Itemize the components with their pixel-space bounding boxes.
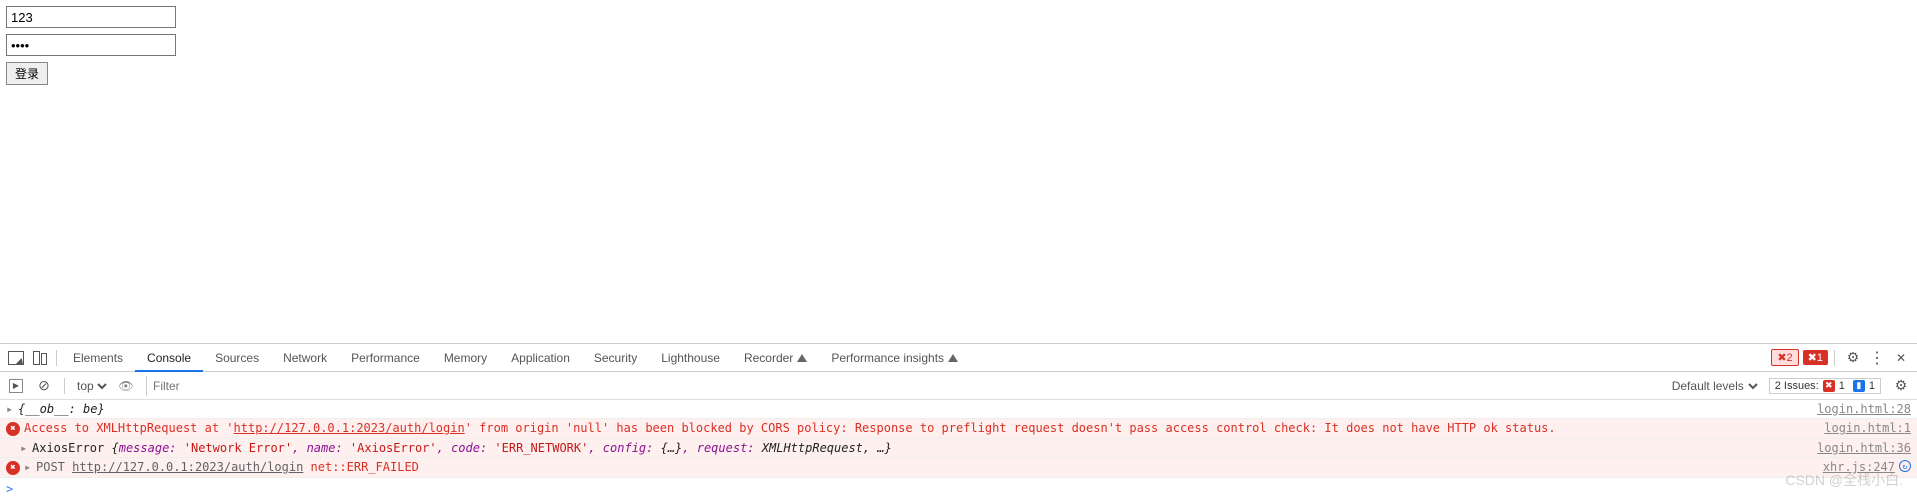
tab-security[interactable]: Security	[582, 344, 649, 372]
log-axios-error[interactable]: ▸ AxiosError {message: 'Network Error', …	[0, 439, 1917, 458]
watermark-text: CSDN @全栈小白.	[1785, 470, 1903, 490]
log-post-failed[interactable]: ✖ ▸ POST http://127.0.0.1:2023/auth/logi…	[0, 458, 1917, 478]
tab-performance[interactable]: Performance	[339, 344, 432, 372]
expand-arrow-icon[interactable]: ▸	[24, 460, 36, 474]
error-counter-icon[interactable]: ✖ 2	[1771, 349, 1798, 366]
device-toggle-icon[interactable]	[28, 346, 52, 370]
tab-lighthouse[interactable]: Lighthouse	[649, 344, 732, 372]
live-expression-icon[interactable]	[114, 374, 138, 398]
tab-performance-insights[interactable]: Performance insights	[819, 344, 970, 372]
login-form: 登录	[0, 0, 1917, 91]
settings-icon[interactable]	[1841, 346, 1865, 370]
inspect-icon[interactable]	[4, 346, 28, 370]
console-filter-input[interactable]	[146, 376, 1664, 396]
toggle-sidebar-icon[interactable]	[4, 374, 28, 398]
prompt-icon: >	[6, 482, 13, 496]
tab-elements[interactable]: Elements	[61, 344, 135, 372]
tab-recorder[interactable]: Recorder	[732, 344, 819, 372]
console-settings-icon[interactable]	[1889, 374, 1913, 398]
source-link[interactable]: login.html:36	[1817, 441, 1911, 455]
tab-network[interactable]: Network	[271, 344, 339, 372]
separator	[56, 350, 57, 366]
devtools-tabs-bar: Elements Console Sources Network Perform…	[0, 344, 1917, 372]
log-levels-selector[interactable]: Default levels	[1668, 378, 1761, 394]
tab-application[interactable]: Application	[499, 344, 582, 372]
tab-memory[interactable]: Memory	[432, 344, 499, 372]
issues-button[interactable]: 2 Issues: ✖1 ▮1	[1769, 378, 1881, 394]
console-toolbar: top Default levels 2 Issues: ✖1 ▮1	[0, 372, 1917, 400]
login-button[interactable]: 登录	[6, 62, 48, 85]
context-selector[interactable]: top	[73, 378, 110, 394]
more-menu-icon[interactable]	[1865, 346, 1889, 370]
blocked-url-link[interactable]: http://127.0.0.1:2023/auth/login	[234, 421, 465, 435]
tab-console[interactable]: Console	[135, 344, 203, 372]
separator	[1834, 350, 1835, 366]
devtools-panel: Elements Console Sources Network Perform…	[0, 343, 1917, 500]
username-field[interactable]	[6, 6, 176, 28]
password-field[interactable]	[6, 34, 176, 56]
error-icon: ✖	[6, 422, 20, 436]
source-link[interactable]: login.html:1	[1824, 421, 1911, 435]
clear-console-icon[interactable]	[32, 374, 56, 398]
info-icon: ▮	[1853, 380, 1865, 392]
log-object-line[interactable]: ▸ {__ob__: be} login.html:28	[0, 400, 1917, 419]
error-badge-icon[interactable]: ✖ 1	[1803, 350, 1828, 365]
expand-arrow-icon[interactable]: ▸	[6, 402, 18, 416]
console-prompt[interactable]: >	[0, 478, 1917, 500]
request-url-link[interactable]: http://127.0.0.1:2023/auth/login	[72, 460, 303, 474]
tab-sources[interactable]: Sources	[203, 344, 271, 372]
console-output: ▸ {__ob__: be} login.html:28 ✖ Access to…	[0, 400, 1917, 500]
close-devtools-icon[interactable]	[1889, 346, 1913, 370]
log-cors-error[interactable]: ✖ Access to XMLHttpRequest at 'http://12…	[0, 419, 1917, 439]
expand-arrow-icon[interactable]: ▸	[20, 441, 32, 455]
error-icon: ✖	[1823, 380, 1835, 392]
source-link[interactable]: login.html:28	[1817, 402, 1911, 416]
error-icon: ✖	[6, 461, 20, 475]
